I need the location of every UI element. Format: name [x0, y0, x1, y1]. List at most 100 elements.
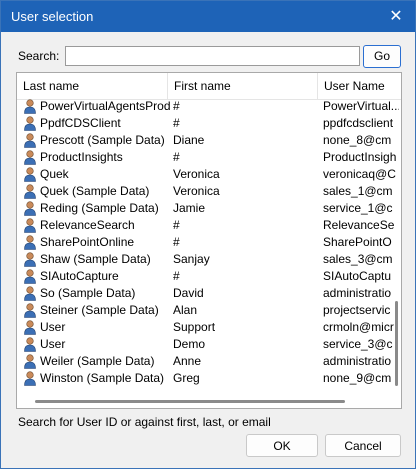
cell-first-name: #: [173, 269, 180, 283]
cell-first-name: Jamie: [173, 201, 206, 215]
table-row[interactable]: SharePointOnline # SharePointO: [17, 234, 401, 251]
user-icon: [23, 354, 37, 369]
last-name-text: Quek (Sample Data): [40, 184, 150, 198]
cell-user-name: sales_1@cm: [323, 184, 393, 198]
last-name-text: User: [40, 337, 66, 351]
table-row[interactable]: PowerVirtualAgentsProd # PowerVirtual...: [17, 98, 401, 115]
cell-user-name: administratio: [323, 354, 392, 368]
table-row[interactable]: Winston (Sample Data) Greg none_9@cm: [17, 370, 401, 387]
user-list[interactable]: Last name First name User Name PowerVirt…: [16, 72, 402, 409]
cell-first-name: Diane: [173, 133, 205, 147]
vertical-scrollbar-thumb[interactable]: [395, 301, 398, 386]
cell-first-name: #: [173, 150, 180, 164]
last-name-text: Steiner (Sample Data): [40, 303, 159, 317]
user-icon: [23, 133, 37, 148]
user-icon: [23, 184, 37, 199]
cell-first-name: #: [173, 116, 180, 130]
user-icon: [23, 371, 37, 386]
cell-user-name: administratio: [323, 286, 392, 300]
last-name-text: RelevanceSearch: [40, 218, 135, 232]
last-name-text: Weiler (Sample Data): [40, 354, 155, 368]
list-rows: PowerVirtualAgentsProd # PowerVirtual... Pp…: [17, 98, 401, 387]
horizontal-scrollbar-thumb[interactable]: [35, 400, 345, 403]
table-row[interactable]: Quek (Sample Data) Veronica sales_1@cm: [17, 183, 401, 200]
list-header: Last name First name User Name: [17, 73, 401, 100]
cell-last-name: Weiler (Sample Data): [23, 353, 173, 370]
last-name-text: Winston (Sample Data): [40, 371, 165, 385]
table-row[interactable]: Reding (Sample Data) Jamie service_1@c: [17, 200, 401, 217]
table-row[interactable]: ProductInsights # ProductInsigh: [17, 149, 401, 166]
user-icon: [23, 286, 37, 301]
horizontal-scrollbar[interactable]: [19, 400, 397, 404]
cell-first-name: #: [173, 99, 180, 113]
user-selection-dialog: User selection ✕ Search: Go Last name Fi…: [0, 0, 416, 469]
cell-first-name: #: [173, 235, 180, 249]
table-row[interactable]: SIAutoCapture # SIAutoCaptu: [17, 268, 401, 285]
cell-last-name: Quek: [23, 166, 173, 183]
table-row[interactable]: User Demo service_3@c: [17, 336, 401, 353]
dialog-title: User selection: [11, 9, 94, 24]
table-row[interactable]: Steiner (Sample Data) Alan projectservic: [17, 302, 401, 319]
table-row[interactable]: Prescott (Sample Data) Diane none_8@cm: [17, 132, 401, 149]
cell-user-name: ppdfcdsclient: [323, 116, 394, 130]
ok-button[interactable]: OK: [246, 434, 318, 457]
go-button[interactable]: Go: [363, 45, 401, 68]
user-icon: [23, 337, 37, 352]
search-input[interactable]: [65, 46, 360, 66]
cell-user-name: RelevanceSe: [323, 218, 395, 232]
cell-user-name: none_8@cm: [323, 133, 392, 147]
status-text: Search for User ID or against first, las…: [18, 415, 271, 429]
cell-last-name: PowerVirtualAgentsProd: [23, 98, 173, 115]
user-icon: [23, 201, 37, 216]
column-header-first-name[interactable]: First name: [168, 73, 318, 99]
user-icon: [23, 303, 37, 318]
last-name-text: PowerVirtualAgentsProd: [40, 99, 171, 113]
cell-last-name: SIAutoCapture: [23, 268, 173, 285]
user-icon: [23, 150, 37, 165]
last-name-text: ProductInsights: [40, 150, 123, 164]
cell-user-name: PowerVirtual...: [323, 99, 399, 113]
user-icon: [23, 167, 37, 182]
table-row[interactable]: PpdfCDSClient # ppdfcdsclient: [17, 115, 401, 132]
column-header-last-name[interactable]: Last name: [17, 73, 168, 99]
last-name-text: Shaw (Sample Data): [40, 252, 151, 266]
last-name-text: SIAutoCapture: [40, 269, 119, 283]
user-icon: [23, 116, 37, 131]
search-label: Search:: [18, 49, 60, 63]
cell-last-name: Shaw (Sample Data): [23, 251, 173, 268]
cell-last-name: RelevanceSearch: [23, 217, 173, 234]
cell-user-name: veronicaq@C: [323, 167, 396, 181]
cell-last-name: User: [23, 319, 173, 336]
cell-user-name: SIAutoCaptu: [323, 269, 392, 283]
last-name-text: Prescott (Sample Data): [40, 133, 165, 147]
cell-user-name: service_3@c: [323, 337, 393, 351]
cell-last-name: SharePointOnline: [23, 234, 173, 251]
table-row[interactable]: So (Sample Data) David administratio: [17, 285, 401, 302]
cell-user-name: ProductInsigh: [323, 150, 397, 164]
cell-last-name: Prescott (Sample Data): [23, 132, 173, 149]
table-row[interactable]: User Support crmoln@micr: [17, 319, 401, 336]
cancel-button[interactable]: Cancel: [325, 434, 401, 457]
column-header-user-name[interactable]: User Name: [318, 73, 401, 99]
cell-first-name: David: [173, 286, 204, 300]
cell-last-name: ProductInsights: [23, 149, 173, 166]
user-icon: [23, 320, 37, 335]
cell-first-name: Veronica: [173, 184, 220, 198]
last-name-text: So (Sample Data): [40, 286, 136, 300]
last-name-text: Reding (Sample Data): [40, 201, 159, 215]
cell-user-name: crmoln@micr: [323, 320, 394, 334]
table-row[interactable]: RelevanceSearch # RelevanceSe: [17, 217, 401, 234]
cell-user-name: SharePointO: [323, 235, 392, 249]
table-row[interactable]: Shaw (Sample Data) Sanjay sales_3@cm: [17, 251, 401, 268]
cell-first-name: Alan: [173, 303, 198, 317]
cell-first-name: Demo: [173, 337, 206, 351]
close-icon[interactable]: ✕: [383, 5, 409, 29]
user-icon: [23, 235, 37, 250]
table-row[interactable]: Quek Veronica veronicaq@C: [17, 166, 401, 183]
last-name-text: User: [40, 320, 66, 334]
cell-first-name: Veronica: [173, 167, 220, 181]
user-icon: [23, 252, 37, 267]
cell-user-name: sales_3@cm: [323, 252, 393, 266]
table-row[interactable]: Weiler (Sample Data) Anne administratio: [17, 353, 401, 370]
last-name-text: PpdfCDSClient: [40, 116, 121, 130]
